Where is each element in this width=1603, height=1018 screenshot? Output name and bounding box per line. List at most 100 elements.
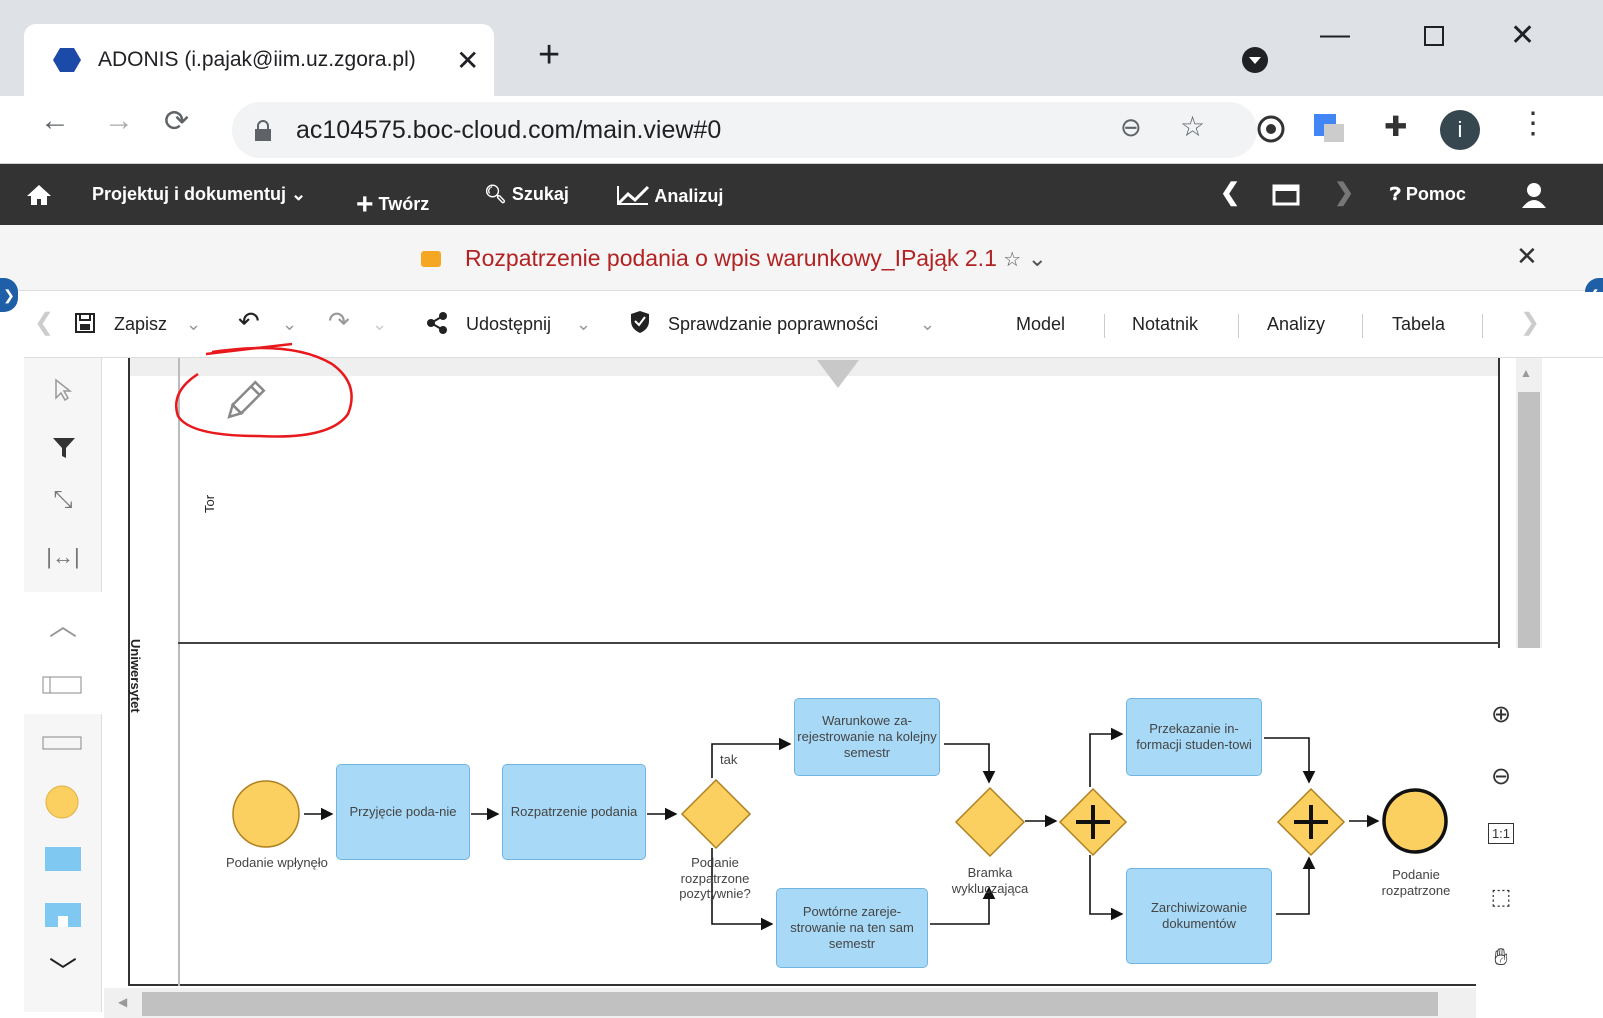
zoom-in-icon[interactable]: ⊕ <box>1471 700 1531 729</box>
chart-line-icon <box>616 185 650 206</box>
palette-scroll-up[interactable]: ︿ <box>24 592 102 656</box>
minimize-icon[interactable]: — <box>1320 18 1350 52</box>
menu-analyze[interactable]: Analizuj <box>616 184 723 207</box>
model-icon <box>421 251 441 267</box>
parallel-gateway-join[interactable] <box>1276 787 1346 857</box>
profile-avatar[interactable]: i <box>1440 110 1480 150</box>
translate-icon[interactable] <box>1312 112 1346 144</box>
back-chevron-icon[interactable]: ❮ <box>1220 178 1240 207</box>
task-consider[interactable]: Rozpatrzenie podania <box>502 764 646 860</box>
extensions-puzzle-icon[interactable]: ✚ <box>1384 110 1407 143</box>
palette-pool-shape[interactable] <box>24 656 102 714</box>
undo-icon[interactable]: ↶ <box>238 306 260 337</box>
scroll-up-arrow-icon[interactable]: ▲ <box>1520 366 1532 380</box>
palette-scroll-down-icon[interactable]: ﹀ <box>24 950 102 990</box>
redo-icon[interactable]: ↷ <box>328 306 350 337</box>
pan-hand-icon[interactable]: ✋︎ <box>1471 944 1531 972</box>
save-button[interactable]: Zapisz <box>114 314 167 335</box>
menu-search-label: Szukaj <box>511 184 569 204</box>
model-title-text: Rozpatrzenie podania o wpis warunkowy_IP… <box>465 245 997 271</box>
menu-help[interactable]: ❓︎ Pomoc <box>1390 184 1466 205</box>
parallel-gateway-split[interactable] <box>1058 787 1128 857</box>
forward-chevron-icon[interactable]: ❯ <box>1334 178 1354 207</box>
tab-notebook[interactable]: Notatnik <box>1132 314 1198 335</box>
validation-dropdown-icon[interactable]: ⌄ <box>920 314 935 335</box>
share-button[interactable]: Udostępnij <box>466 314 551 335</box>
maximize-icon[interactable] <box>1424 26 1444 46</box>
tab-search-icon[interactable] <box>1241 46 1269 74</box>
filter-icon[interactable] <box>52 436 76 460</box>
exclusive-gateway[interactable] <box>954 786 1026 858</box>
close-window-icon[interactable]: ✕ <box>1510 18 1535 53</box>
task-receive[interactable]: Przyjęcie poda-nie <box>336 764 470 860</box>
select-pointer-icon[interactable] <box>54 378 72 402</box>
task-conditional-registration[interactable]: Warunkowe za-rejestrowanie na kolejny se… <box>794 698 940 776</box>
start-event[interactable] <box>230 778 302 850</box>
flow-yes-label: tak <box>720 752 738 767</box>
home-icon[interactable] <box>26 184 52 206</box>
browser-tab-strip: ADONIS (i.pajak@iim.uz.zgora.pl) ✕ + — ✕ <box>0 0 1603 96</box>
app-menubar: Projektuj i dokumentuj ⌄ + Twórz 🔍︎ Szuk… <box>0 164 1603 225</box>
shield-check-icon[interactable] <box>630 310 650 334</box>
vertical-scrollbar-thumb[interactable] <box>1518 392 1540 648</box>
fit-page-icon[interactable]: ⬚ <box>1471 884 1531 910</box>
model-title[interactable]: Rozpatrzenie podania o wpis warunkowy_IP… <box>465 245 1047 272</box>
chevron-down-icon[interactable]: ⌄ <box>1028 245 1047 271</box>
browser-menu-icon[interactable]: ⋮ <box>1518 106 1548 141</box>
lock-icon <box>255 120 271 141</box>
expand-left-panel-icon[interactable]: ❯ <box>0 278 18 312</box>
back-icon[interactable]: ← <box>40 104 70 138</box>
decision-gateway[interactable] <box>680 778 752 850</box>
save-dropdown-icon[interactable]: ⌄ <box>186 314 201 335</box>
task-shape-icon[interactable] <box>44 846 82 872</box>
browser-toolbar: ← → ⟳ ac104575.boc-cloud.com/main.view#0… <box>0 96 1603 164</box>
scroll-left-arrow-icon[interactable]: ◀ <box>118 995 127 1009</box>
tab-model[interactable]: Model <box>1016 314 1065 335</box>
undo-dropdown-icon[interactable]: ⌄ <box>282 314 297 335</box>
tab-analyses[interactable]: Analizy <box>1267 314 1325 335</box>
tab-table[interactable]: Tabela <box>1392 314 1445 335</box>
zoom-out-page-icon[interactable]: ⊖ <box>1120 112 1142 143</box>
save-icon[interactable] <box>74 312 96 334</box>
zoom-out-icon[interactable]: ⊖ <box>1471 762 1531 791</box>
share-dropdown-icon[interactable]: ⌄ <box>576 314 591 335</box>
window-icon[interactable] <box>1272 184 1300 206</box>
subprocess-shape-icon[interactable] <box>44 902 82 928</box>
close-model-icon[interactable]: ✕ <box>1516 241 1538 272</box>
end-event[interactable] <box>1380 786 1450 856</box>
zoom-reset-button[interactable]: 1:1 <box>1471 823 1531 844</box>
tab-close-icon[interactable]: ✕ <box>456 44 479 77</box>
share-icon[interactable] <box>426 312 448 334</box>
menu-search[interactable]: 🔍︎ Szukaj <box>484 184 569 205</box>
bookmark-star-icon[interactable]: ☆ <box>1180 110 1205 143</box>
event-shape-icon[interactable] <box>44 784 80 820</box>
toolbar-scroll-left-icon[interactable]: ❮ <box>34 308 54 337</box>
model-canvas[interactable]: Uniwersytet Tor Podanie wpłynęło Przyjęc… <box>104 342 1603 1018</box>
browser-tab[interactable]: ADONIS (i.pajak@iim.uz.zgora.pl) ✕ <box>24 24 494 96</box>
horizontal-scrollbar-thumb[interactable] <box>142 992 1438 1016</box>
fit-width-icon[interactable]: |↔| <box>24 544 102 570</box>
resize-arrows-icon[interactable]: ⤡ <box>24 486 102 514</box>
lane-shape-icon[interactable] <box>42 736 82 750</box>
new-tab-button[interactable]: + <box>538 36 560 74</box>
task-inform-student[interactable]: Przekazanie in-formacji studen-towi <box>1126 698 1262 776</box>
toolbar-divider <box>1104 314 1105 338</box>
tab-title: ADONIS (i.pajak@iim.uz.zgora.pl) <box>98 48 416 71</box>
chevron-down-icon: ⌄ <box>291 184 307 204</box>
favorite-star-icon[interactable]: ☆ <box>1003 249 1021 271</box>
zoom-reset-label: 1:1 <box>1487 823 1515 844</box>
validation-button[interactable]: Sprawdzanie poprawności <box>668 314 878 335</box>
pool-shape-icon <box>42 676 82 694</box>
task-archive-documents[interactable]: Zarchiwizowanie dokumentów <box>1126 868 1272 964</box>
end-event-label: Podanie rozpatrzone <box>1381 867 1451 898</box>
redo-dropdown-icon[interactable]: ⌄ <box>372 314 387 335</box>
menu-design[interactable]: Projektuj i dokumentuj ⌄ <box>92 184 306 205</box>
user-icon[interactable] <box>1522 182 1546 208</box>
toolbar-scroll-right-icon[interactable]: ❯ <box>1520 308 1540 337</box>
reload-icon[interactable]: ⟳ <box>164 104 189 139</box>
extension-chat-icon[interactable] <box>1256 114 1286 144</box>
forward-icon[interactable]: → <box>104 104 134 138</box>
task-repeat-registration[interactable]: Powtórne zareje-strowanie na ten sam sem… <box>776 888 928 968</box>
address-bar[interactable]: ac104575.boc-cloud.com/main.view#0 ⊖ ☆ <box>232 102 1257 158</box>
menu-create[interactable]: + Twórz <box>356 184 429 221</box>
